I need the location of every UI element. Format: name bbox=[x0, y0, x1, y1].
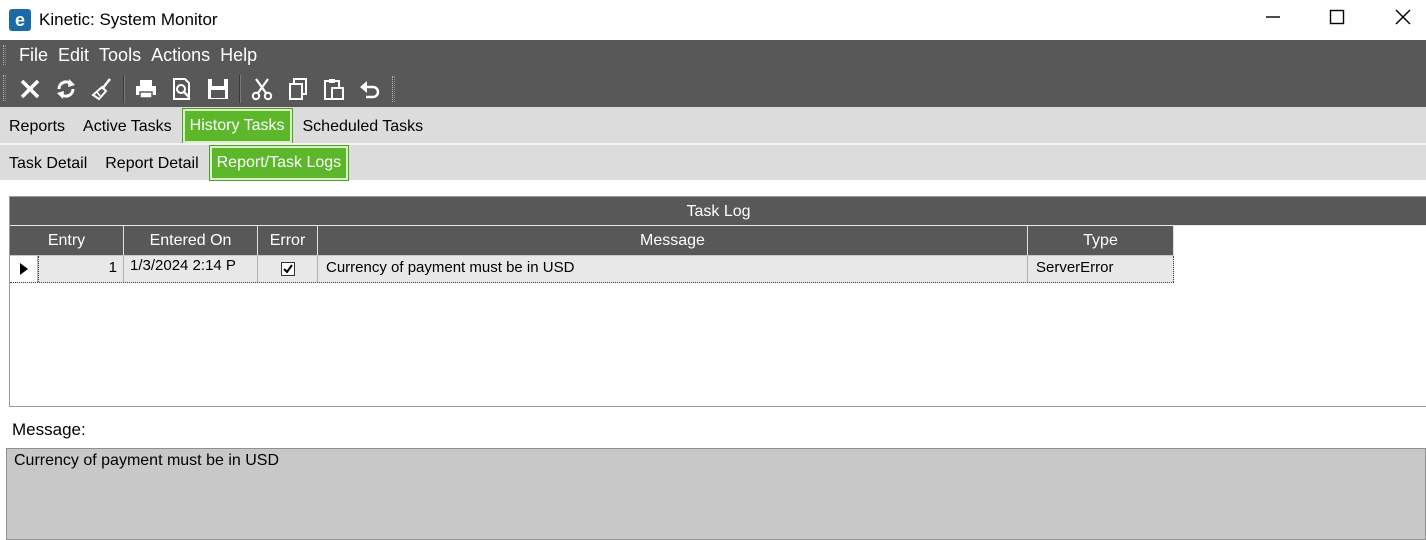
menu-edit[interactable]: Edit bbox=[53, 40, 94, 70]
column-header-type[interactable]: Type bbox=[1028, 226, 1174, 255]
maximize-icon bbox=[1329, 9, 1345, 25]
column-header-entry[interactable]: Entry bbox=[10, 226, 124, 255]
toolbar-end-grip bbox=[392, 76, 395, 102]
menu-actions[interactable]: Actions bbox=[146, 40, 215, 70]
paste-button[interactable] bbox=[316, 72, 352, 106]
clear-button[interactable] bbox=[12, 72, 48, 106]
menu-tools[interactable]: Tools bbox=[94, 40, 146, 70]
cell-type[interactable]: ServerError bbox=[1028, 256, 1174, 282]
undo-button[interactable] bbox=[352, 72, 388, 106]
maximize-button[interactable] bbox=[1304, 0, 1370, 34]
tab-reports[interactable]: Reports bbox=[0, 111, 74, 143]
cell-message[interactable]: Currency of payment must be in USD bbox=[318, 256, 1028, 282]
table-row[interactable]: 1 1/3/2024 2:14 P Currency of payment mu… bbox=[10, 255, 1174, 283]
sweep-button[interactable] bbox=[84, 72, 120, 106]
tab-active-tasks[interactable]: Active Tasks bbox=[74, 111, 181, 143]
secondary-tab-row: Task Detail Report Detail Report/Task Lo… bbox=[0, 145, 1426, 181]
refresh-button[interactable] bbox=[48, 72, 84, 106]
refresh-icon bbox=[57, 79, 75, 99]
close-icon bbox=[1395, 9, 1411, 25]
tab-task-detail[interactable]: Task Detail bbox=[0, 148, 96, 180]
app-logo-icon: e bbox=[9, 9, 31, 31]
minimize-button[interactable] bbox=[1240, 0, 1306, 34]
clear-icon bbox=[20, 79, 40, 99]
tab-report-detail[interactable]: Report Detail bbox=[96, 148, 207, 180]
tab-history-tasks[interactable]: History Tasks bbox=[181, 108, 293, 144]
error-checkbox[interactable] bbox=[280, 262, 295, 276]
minimize-icon bbox=[1266, 16, 1280, 18]
save-icon bbox=[208, 79, 228, 99]
message-textbox[interactable]: Currency of payment must be in USD bbox=[6, 448, 1426, 540]
sweep-icon bbox=[91, 78, 111, 101]
grid-caption: Task Log bbox=[10, 197, 1426, 226]
column-header-error[interactable]: Error bbox=[258, 226, 318, 255]
copy-button[interactable] bbox=[280, 72, 316, 106]
row-selector[interactable] bbox=[10, 256, 38, 282]
column-header-message[interactable]: Message bbox=[318, 226, 1028, 255]
print-preview-icon bbox=[173, 78, 190, 100]
task-log-grid: Task Log Entry Entered On Error Message … bbox=[9, 196, 1426, 407]
tab-scheduled-tasks[interactable]: Scheduled Tasks bbox=[294, 111, 433, 143]
checkmark-icon bbox=[282, 264, 293, 274]
close-button[interactable] bbox=[1370, 0, 1426, 34]
cell-entered-on[interactable]: 1/3/2024 2:14 P bbox=[124, 256, 258, 282]
toolbar-separator bbox=[239, 75, 241, 103]
print-button[interactable] bbox=[128, 72, 164, 106]
undo-icon bbox=[360, 81, 380, 99]
cut-icon bbox=[251, 78, 273, 101]
menu-grip[interactable] bbox=[3, 45, 6, 65]
primary-tab-row: Reports Active Tasks History Tasks Sched… bbox=[0, 107, 1426, 144]
window-title: Kinetic: System Monitor bbox=[39, 10, 218, 29]
menu-bar: File Edit Tools Actions Help bbox=[14, 40, 262, 70]
save-button[interactable] bbox=[200, 72, 236, 106]
print-icon bbox=[136, 80, 156, 99]
cut-button[interactable] bbox=[244, 72, 280, 106]
toolbar-grip[interactable] bbox=[3, 75, 6, 101]
menu-toolbar-area: File Edit Tools Actions Help bbox=[0, 40, 1426, 107]
print-preview-button[interactable] bbox=[164, 72, 200, 106]
app-logo-letter: e bbox=[14, 10, 25, 30]
tab-report-task-logs[interactable]: Report/Task Logs bbox=[208, 145, 350, 181]
current-row-arrow-icon bbox=[19, 263, 28, 275]
grid-header: Entry Entered On Error Message Type bbox=[10, 226, 1174, 255]
column-header-entered-on[interactable]: Entered On bbox=[124, 226, 258, 255]
toolbar-separator bbox=[123, 75, 125, 103]
message-label: Message: bbox=[12, 420, 86, 439]
title-bar: e Kinetic: System Monitor bbox=[0, 0, 1426, 40]
cell-entry[interactable]: 1 bbox=[38, 256, 124, 282]
menu-help[interactable]: Help bbox=[215, 40, 262, 70]
copy-icon bbox=[289, 78, 307, 100]
menu-file[interactable]: File bbox=[14, 40, 53, 70]
paste-icon bbox=[324, 79, 344, 100]
cell-error[interactable] bbox=[258, 256, 318, 282]
toolbar bbox=[12, 71, 395, 107]
